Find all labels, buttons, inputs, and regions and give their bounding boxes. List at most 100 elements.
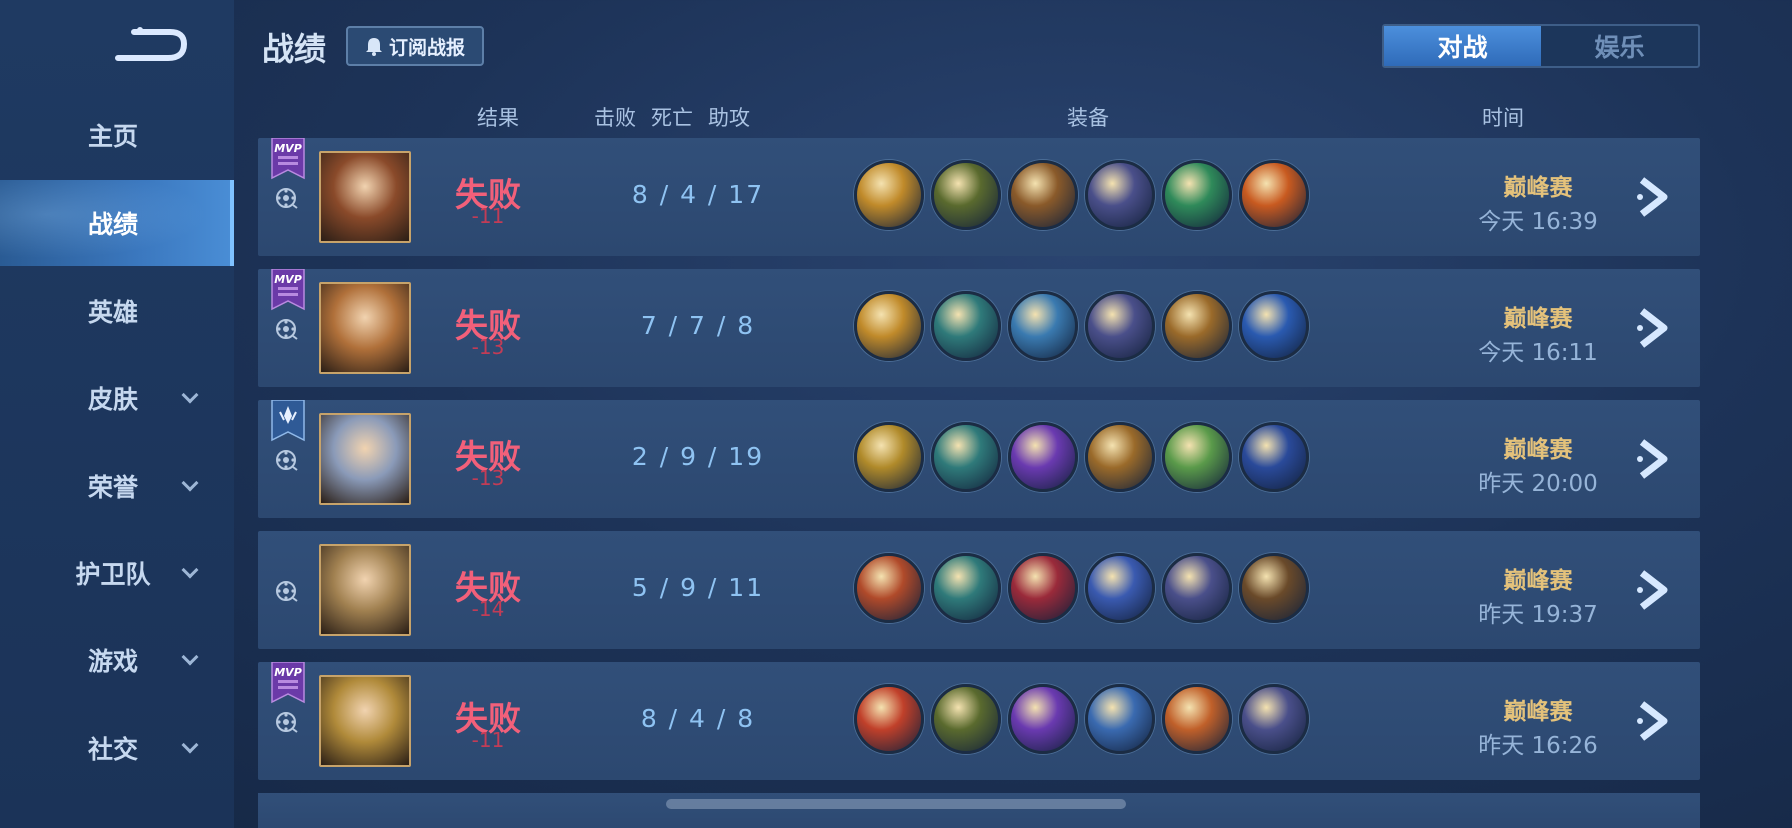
replay-icon[interactable] [274, 186, 298, 210]
subscribe-label: 订阅战报 [388, 36, 465, 59]
sidebar-item-heroes[interactable]: 英雄 [0, 268, 234, 354]
match-mode: 巅峰赛 [1503, 306, 1573, 332]
equipment-item-icon [1008, 291, 1078, 361]
scrollbar[interactable] [666, 799, 1126, 809]
equipment-item-icon [1008, 160, 1078, 230]
equipment-item-icon [854, 160, 924, 230]
hero-avatar [319, 544, 411, 636]
equipment-item-icon [1008, 422, 1078, 492]
sidebar-item-home[interactable]: 主页 [0, 92, 234, 178]
rank-delta: -13 [471, 335, 505, 359]
match-list: MVP 失败 -11 8 / 4 / 17 巅峰赛 今天 16:39 MVP 失… [258, 138, 1700, 793]
table-row[interactable]: MVP 失败 -13 7 / 7 / 8 巅峰赛 今天 16:11 [258, 269, 1700, 387]
rank-delta: -14 [471, 597, 505, 621]
tab-battle[interactable]: 对战 [1384, 26, 1541, 66]
match-time: 昨天 19:37 [1478, 602, 1598, 628]
tab-entertainment[interactable]: 娱乐 [1541, 26, 1698, 66]
column-header-result: 结果 [477, 106, 519, 130]
chevron-down-icon [181, 386, 199, 404]
hero-avatar [319, 151, 411, 243]
sidebar-item-social[interactable]: 社交 [0, 705, 234, 791]
column-header-equipment: 装备 [1067, 106, 1109, 130]
equipment-item-icon [1085, 684, 1155, 754]
match-time: 昨天 16:26 [1478, 733, 1598, 759]
chevron-down-icon [181, 474, 199, 492]
table-row[interactable]: 失败 -13 2 / 9 / 19 巅峰赛 昨天 20:00 [258, 400, 1700, 518]
column-header-assist: 助攻 [708, 106, 750, 130]
table-row[interactable]: MVP 失败 -11 8 / 4 / 17 巅峰赛 今天 16:39 [258, 138, 1700, 256]
rank-delta: -13 [471, 466, 505, 490]
equipment-list [854, 684, 1309, 754]
sidebar-item-label: 英雄 [87, 298, 138, 327]
sidebar-item-guard[interactable]: 护卫队 [0, 530, 234, 616]
equipment-item-icon [1085, 422, 1155, 492]
sidebar-item-label: 荣誉 [87, 473, 138, 502]
chevron-right-icon[interactable] [1634, 176, 1674, 218]
sidebar-item-skins[interactable]: 皮肤 [0, 355, 234, 441]
match-time: 昨天 20:00 [1478, 471, 1598, 497]
bell-icon [365, 38, 382, 56]
equipment-item-icon [1239, 291, 1309, 361]
equipment-item-icon [1008, 553, 1078, 623]
chevron-right-icon[interactable] [1634, 307, 1674, 349]
equipment-item-icon [1239, 684, 1309, 754]
equipment-item-icon [854, 684, 924, 754]
table-row[interactable]: MVP 失败 -11 8 / 4 / 8 巅峰赛 昨天 16:26 [258, 662, 1700, 780]
sidebar-item-label: 护卫队 [75, 560, 151, 589]
match-time: 今天 16:39 [1478, 209, 1598, 235]
replay-icon[interactable] [274, 317, 298, 341]
glory-badge-icon [271, 400, 305, 442]
mvp-badge-icon: MVP [271, 269, 305, 311]
equipment-item-icon [931, 160, 1001, 230]
mvp-badge-icon: MVP [271, 662, 305, 704]
equipment-item-icon [1239, 553, 1309, 623]
sidebar-item-honor[interactable]: 荣誉 [0, 443, 234, 529]
subscribe-report-button[interactable]: 订阅战报 [346, 26, 484, 66]
replay-icon[interactable] [274, 710, 298, 734]
equipment-item-icon [1162, 422, 1232, 492]
match-time: 今天 16:11 [1478, 340, 1598, 366]
back-icon[interactable] [112, 24, 188, 64]
sidebar-item-label: 社交 [87, 735, 138, 764]
page-title: 战绩 [262, 30, 327, 68]
sidebar-item-records[interactable]: 战绩 [0, 180, 234, 266]
column-header-kill: 击败 [594, 106, 636, 130]
equipment-list [854, 160, 1309, 230]
equipment-item-icon [931, 291, 1001, 361]
svg-text:MVP: MVP [274, 142, 302, 155]
equipment-item-icon [1239, 160, 1309, 230]
equipment-item-icon [1085, 160, 1155, 230]
mvp-badge-icon: MVP [271, 138, 305, 180]
rank-delta: -11 [471, 204, 505, 228]
chevron-right-icon[interactable] [1634, 438, 1674, 480]
chevron-right-icon[interactable] [1634, 569, 1674, 611]
svg-text:MVP: MVP [274, 273, 302, 286]
svg-text:MVP: MVP [274, 666, 302, 679]
equipment-item-icon [1008, 684, 1078, 754]
mode-tabs: 对战 娱乐 [1382, 24, 1700, 68]
sidebar-item-label: 皮肤 [87, 385, 138, 414]
equipment-item-icon [1085, 553, 1155, 623]
equipment-item-icon [1162, 291, 1232, 361]
equipment-item-icon [854, 291, 924, 361]
rank-delta: -11 [471, 728, 505, 752]
hero-avatar [319, 413, 411, 505]
match-mode: 巅峰赛 [1503, 437, 1573, 463]
sidebar-item-games[interactable]: 游戏 [0, 617, 234, 703]
equipment-item-icon [1085, 291, 1155, 361]
equipment-item-icon [1239, 422, 1309, 492]
sidebar-item-label: 战绩 [87, 210, 138, 239]
kda-score: 7 / 7 / 8 [640, 311, 756, 340]
table-row[interactable]: 失败 -14 5 / 9 / 11 巅峰赛 昨天 19:37 [258, 531, 1700, 649]
replay-icon[interactable] [274, 448, 298, 472]
chevron-down-icon [181, 736, 199, 754]
equipment-list [854, 553, 1309, 623]
column-header-death: 死亡 [651, 106, 693, 130]
equipment-item-icon [854, 422, 924, 492]
match-mode: 巅峰赛 [1503, 699, 1573, 725]
hero-avatar [319, 282, 411, 374]
chevron-right-icon[interactable] [1634, 700, 1674, 742]
replay-icon[interactable] [274, 579, 298, 603]
match-mode: 巅峰赛 [1503, 568, 1573, 594]
equipment-item-icon [931, 553, 1001, 623]
